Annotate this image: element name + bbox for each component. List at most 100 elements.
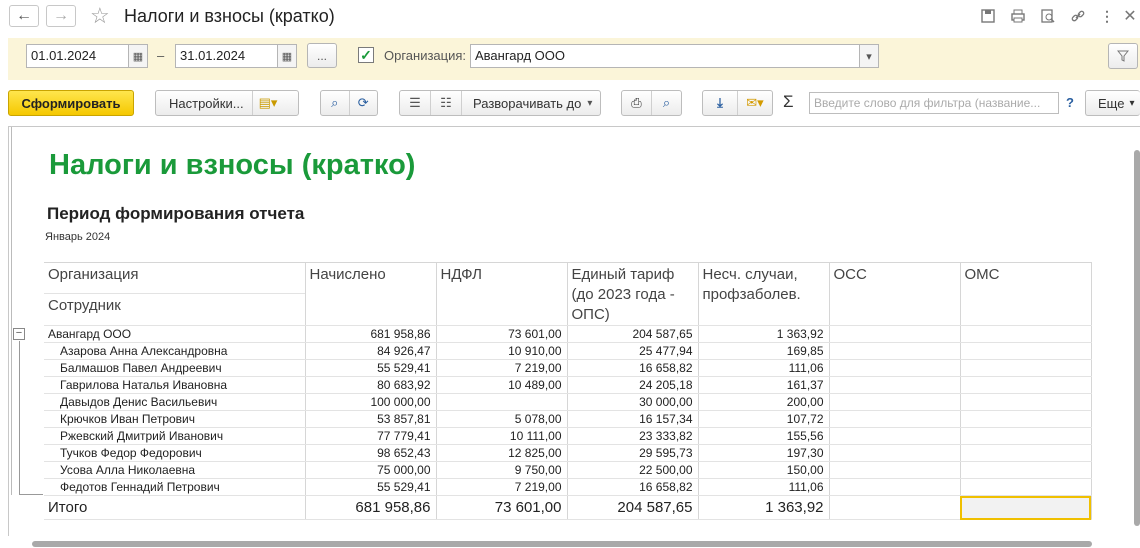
calendar-icon[interactable]: ▦ <box>277 44 297 68</box>
print-preview-icon[interactable]: ⌕ <box>652 95 681 111</box>
table-row[interactable]: Балмашов Павел Андреевич 55 529,41 7 219,0… <box>44 359 1092 377</box>
group-bracket <box>19 341 20 495</box>
find-icon[interactable]: ⌕ <box>321 95 349 111</box>
cell-accident: 150,00 <box>698 461 830 479</box>
group-tariff: 204 587,65 <box>567 325 699 343</box>
print-icon[interactable] <box>1008 6 1028 26</box>
table-row[interactable]: Крючков Иван Петрович 53 857,81 5 078,00 16… <box>44 410 1092 428</box>
more-button[interactable]: Еще ▾ <box>1085 90 1140 116</box>
cell-accrued: 53 857,81 <box>305 410 437 428</box>
cell-oss <box>829 410 961 428</box>
vertical-scrollbar[interactable] <box>1134 150 1140 526</box>
help-button[interactable]: ? <box>1066 95 1074 110</box>
group-line <box>11 127 12 495</box>
employee-name: Федотов Геннадий Петрович <box>44 478 306 496</box>
email-icon[interactable]: ✉▾ <box>738 95 772 111</box>
cell-tariff: 24 205,18 <box>567 376 699 394</box>
more-button-label: Еще <box>1098 95 1125 111</box>
settings-button[interactable]: Настройки... <box>156 96 252 111</box>
filter-button[interactable] <box>1108 43 1138 69</box>
cell-oss <box>829 376 961 394</box>
chevron-down-icon[interactable]: ▾ <box>859 44 879 68</box>
cell-oss <box>829 461 961 479</box>
cell-tariff: 22 500,00 <box>567 461 699 479</box>
save-icon[interactable] <box>978 6 998 26</box>
generate-button[interactable]: Сформировать <box>8 90 134 116</box>
cell-accrued: 77 779,41 <box>305 427 437 445</box>
variant-icon[interactable]: ▤▾ <box>253 95 284 111</box>
group-accident: 1 363,92 <box>698 325 830 343</box>
link-icon[interactable] <box>1068 6 1088 26</box>
employee-name: Давыдов Денис Васильевич <box>44 393 306 411</box>
date-to-input[interactable]: 31.01.2024 <box>175 44 278 68</box>
back-icon: ← <box>16 7 32 24</box>
table-row[interactable]: Федотов Геннадий Петрович 55 529,41 7 219,… <box>44 478 1092 496</box>
organization-input[interactable]: Авангард ООО <box>470 44 860 68</box>
cell-accrued: 55 529,41 <box>305 478 437 496</box>
group-oms <box>960 325 1092 343</box>
sum-icon[interactable]: Σ <box>783 92 794 112</box>
horizontal-scrollbar[interactable] <box>32 541 1092 547</box>
forward-button[interactable]: → <box>46 5 76 27</box>
group-row[interactable]: Авангард ООО 681 958,86 73 601,00 204 58… <box>44 325 1092 343</box>
download-icon[interactable]: ⤓ <box>703 95 737 111</box>
employee-name: Азарова Анна Александровна <box>44 342 306 360</box>
expand-to-button[interactable]: Разворачивать до <box>462 96 587 111</box>
window-title: Налоги и взносы (кратко) <box>124 6 335 26</box>
cell-accident: 197,30 <box>698 444 830 462</box>
cell-oms <box>960 444 1092 462</box>
favorite-star-icon[interactable]: ☆ <box>90 3 110 29</box>
period-value: Январь 2024 <box>45 231 111 243</box>
cell-accrued: 80 683,92 <box>305 376 437 394</box>
table-row[interactable]: Тучков Федор Федорович 98 652,43 12 825,00… <box>44 444 1092 462</box>
cell-ndfl: 10 910,00 <box>436 342 568 360</box>
cell-oss <box>829 393 961 411</box>
settings-button-group: Настройки... ▤▾ <box>155 90 299 116</box>
cell-oss <box>829 359 961 377</box>
group-oss <box>829 325 961 343</box>
date-range-dash: – <box>157 48 165 63</box>
date-from-input[interactable]: 01.01.2024 <box>26 44 129 68</box>
expand-groups-icon[interactable]: ☷ <box>431 95 461 111</box>
table-row[interactable]: Усова Алла Николаевна 75 000,00 9 750,00 22… <box>44 461 1092 479</box>
cell-ndfl: 7 219,00 <box>436 478 568 496</box>
preview-icon[interactable] <box>1038 6 1058 26</box>
more-vertical-icon[interactable]: ⋮ <box>1097 6 1117 26</box>
total-oss <box>829 495 961 520</box>
cell-tariff: 25 477,94 <box>567 342 699 360</box>
table-row[interactable]: Давыдов Денис Васильевич 100 000,00 30 000… <box>44 393 1092 411</box>
employee-name: Ржевский Дмитрий Иванович <box>44 427 306 445</box>
header-oms: ОМС <box>960 262 1092 326</box>
report-document: − Налоги и взносы (кратко) Период формир… <box>8 126 1140 536</box>
cell-oms <box>960 376 1092 394</box>
back-button[interactable]: ← <box>9 5 39 27</box>
cell-ndfl <box>436 393 568 411</box>
filter-search-input[interactable]: Введите слово для фильтра (название... <box>809 92 1059 114</box>
cell-oss <box>829 444 961 462</box>
cell-accident: 200,00 <box>698 393 830 411</box>
cell-tariff: 16 157,34 <box>567 410 699 428</box>
collapse-groups-icon[interactable]: ☰ <box>400 95 430 111</box>
table-row[interactable]: Азарова Анна Александровна 84 926,47 10 91… <box>44 342 1092 360</box>
group-accrued: 681 958,86 <box>305 325 437 343</box>
close-icon[interactable]: ✕ <box>1120 6 1140 26</box>
organization-checkbox[interactable]: ✓ <box>358 47 374 63</box>
cell-oss <box>829 427 961 445</box>
period-select-button[interactable]: ... <box>307 43 337 68</box>
total-accrued: 681 958,86 <box>305 495 437 520</box>
total-row[interactable]: Итого 681 958,86 73 601,00 204 587,65 1 … <box>44 495 1092 520</box>
print-icon[interactable]: ⎙ <box>622 95 651 111</box>
cell-tariff: 30 000,00 <box>567 393 699 411</box>
chevron-down-icon: ▾ <box>1129 97 1135 109</box>
cell-oms <box>960 410 1092 428</box>
table-row[interactable]: Гаврилова Наталья Ивановна 80 683,92 10 48… <box>44 376 1092 394</box>
filter-icon <box>1117 50 1129 62</box>
calendar-icon[interactable]: ▦ <box>128 44 148 68</box>
collapse-group-icon[interactable]: − <box>13 328 25 340</box>
cell-tariff: 29 595,73 <box>567 444 699 462</box>
group-ndfl: 73 601,00 <box>436 325 568 343</box>
find-next-icon[interactable]: ⟳ <box>350 95 378 111</box>
table-row[interactable]: Ржевский Дмитрий Иванович 77 779,41 10 111… <box>44 427 1092 445</box>
employee-name: Крючков Иван Петрович <box>44 410 306 428</box>
selected-cell[interactable] <box>960 495 1092 520</box>
